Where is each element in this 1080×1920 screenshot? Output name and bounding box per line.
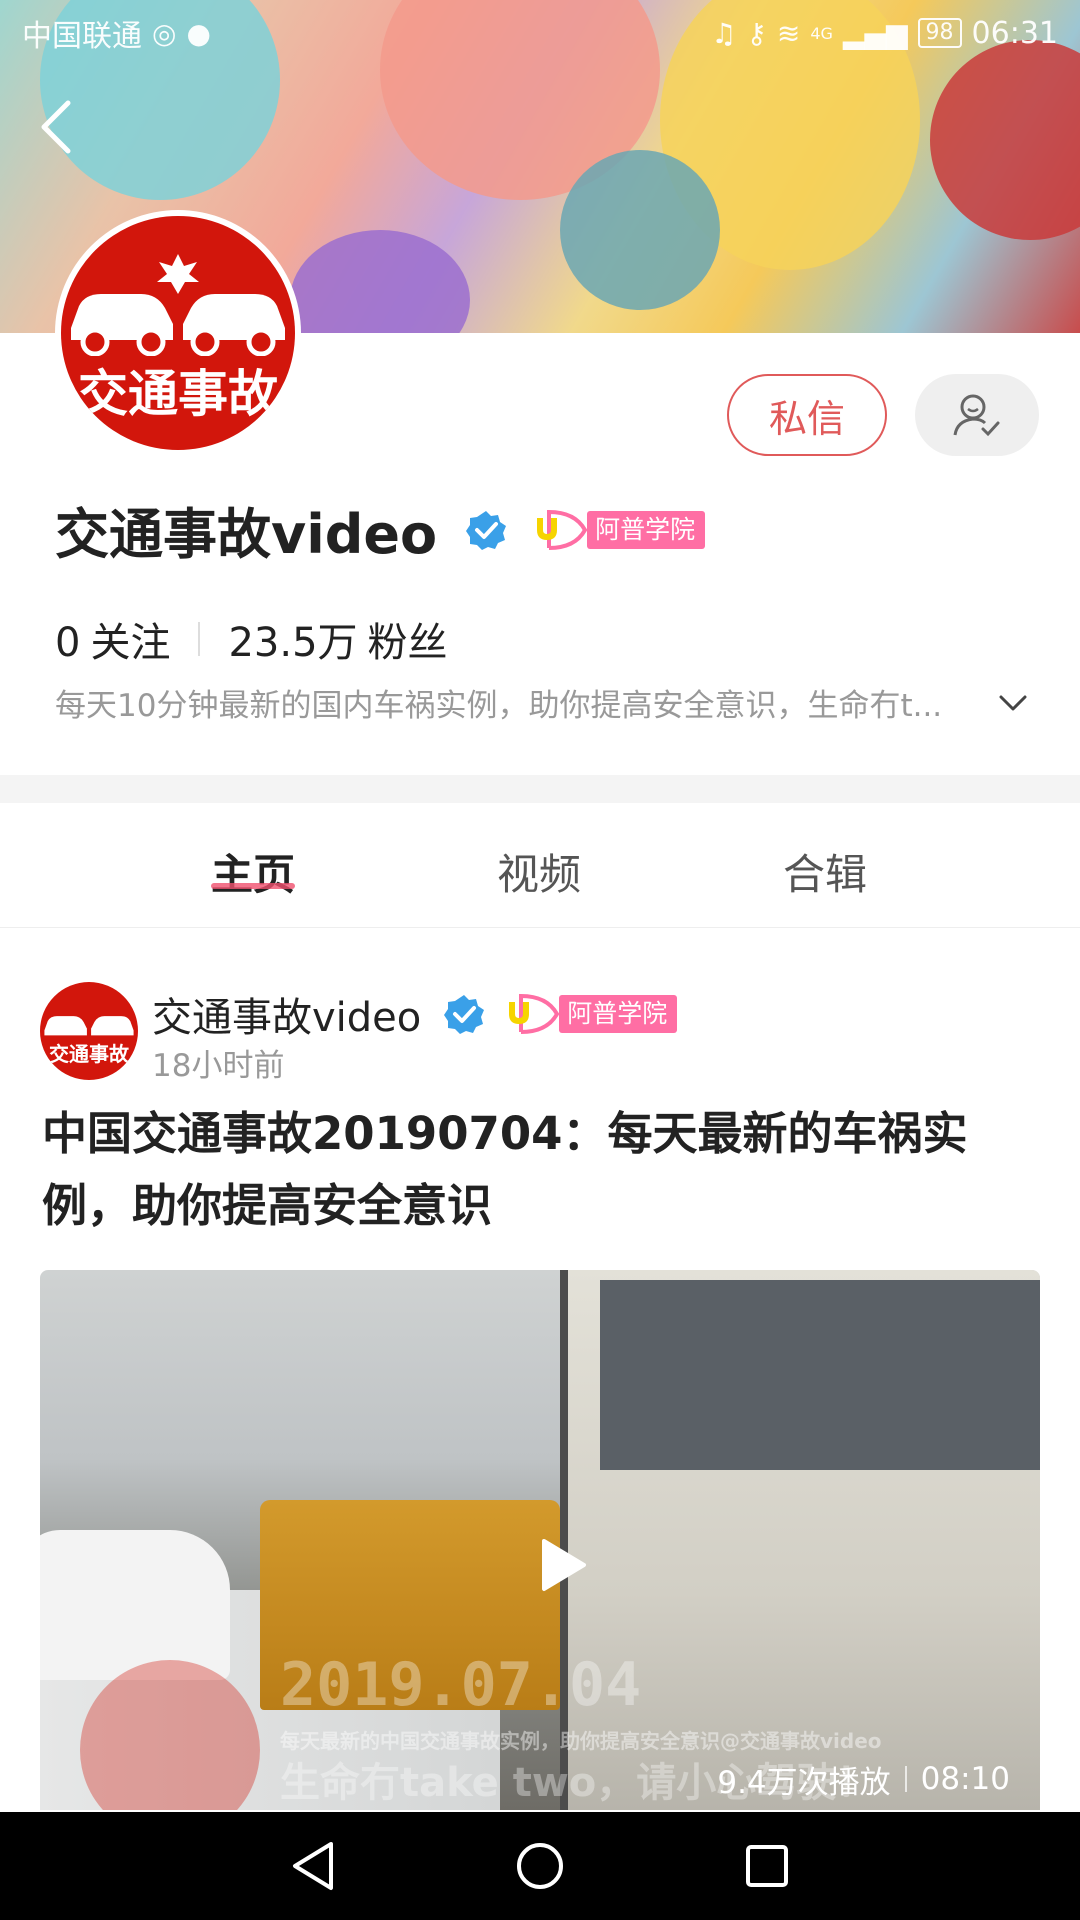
academy-logo-icon	[535, 509, 588, 550]
back-button[interactable]	[28, 92, 84, 162]
hotspot-icon: ◎	[152, 16, 177, 50]
following-label: 关注	[90, 620, 171, 666]
status-bar: 中国联通 ◎ ● ♫ ⚷ ≋ 4G ▂▄▆ 98 06:31	[0, 0, 1080, 66]
battery-indicator: 98	[917, 18, 962, 48]
video-duration: 08:10	[920, 1761, 1010, 1797]
profile-name: 交通事故video	[55, 503, 438, 566]
wifi-icon: ≋	[776, 16, 801, 50]
direct-message-button[interactable]: 私信	[727, 374, 887, 456]
chevron-left-icon	[41, 100, 71, 154]
car-crash-icon	[44, 1016, 134, 1036]
play-button[interactable]	[505, 1510, 615, 1620]
academy-badge-label: 阿普学院	[559, 995, 678, 1033]
following-count: 0	[55, 620, 81, 666]
post-header: 交通事故video 阿普学院	[152, 985, 678, 1043]
banner-decoration	[930, 40, 1080, 240]
post-timestamp: 18小时前	[152, 1048, 285, 1084]
section-divider	[0, 775, 1080, 803]
triangle-back-icon	[293, 1842, 334, 1890]
profile-bio: 每天10分钟最新的国内车祸实例，助你提高安全意识，生命冇t...	[55, 688, 943, 724]
system-nav-bar	[0, 1812, 1080, 1920]
tab-collections[interactable]: 合辑	[682, 803, 968, 927]
video-meta: 9.4万次播放 08:10	[717, 1748, 1010, 1810]
headphones-icon: ♫	[711, 16, 737, 50]
academy-logo-icon	[507, 994, 560, 1034]
tab-home[interactable]: 主页	[110, 803, 396, 927]
square-recents-icon	[745, 1845, 788, 1887]
profile-stats: 0 关注 23.5万 粉丝	[55, 610, 448, 668]
tab-videos[interactable]: 视频	[396, 803, 682, 927]
circle-home-icon	[516, 1843, 563, 1889]
chat-icon: ●	[186, 16, 211, 50]
post-author-name[interactable]: 交通事故video	[152, 985, 421, 1043]
verified-icon	[444, 995, 485, 1034]
followers-label: 粉丝	[367, 620, 448, 666]
post-title[interactable]: 中国交通事故20190704：每天最新的车祸实例，助你提高安全意识	[42, 1098, 1042, 1242]
avatar-logo-text: 交通事故	[49, 1042, 129, 1066]
academy-badge-label: 阿普学院	[587, 510, 706, 549]
nav-recents-button[interactable]	[727, 1826, 807, 1906]
carrier-label: 中国联通	[22, 19, 142, 54]
active-tab-indicator	[211, 883, 295, 889]
verified-icon	[466, 510, 507, 550]
tab-label: 合辑	[782, 850, 867, 899]
avatar-logo-text: 交通事故	[78, 364, 278, 423]
play-icon	[542, 1539, 586, 1591]
meta-divider	[904, 1766, 907, 1792]
post-author-avatar[interactable]: 交通事故	[40, 982, 138, 1080]
follow-button[interactable]	[915, 374, 1039, 456]
profile-name-row: 交通事故video 阿普学院	[55, 490, 706, 569]
followers-count: 23.5万	[228, 620, 358, 666]
bio-expand-button[interactable]	[995, 685, 1031, 721]
video-view-count: 9.4万次播放	[717, 1764, 891, 1801]
chevron-down-icon	[999, 695, 1027, 711]
car-crash-icon	[71, 254, 285, 356]
banner-decoration	[290, 230, 470, 333]
stats-divider	[198, 622, 201, 656]
tab-label: 主页	[210, 850, 295, 899]
profile-tabs: 主页 视频 合辑	[0, 803, 1080, 928]
network-type: 4G	[810, 23, 833, 43]
signal-icon: ▂▄▆	[842, 16, 908, 50]
video-scene-bus-window	[600, 1280, 1040, 1470]
nav-back-button[interactable]	[273, 1826, 353, 1906]
video-thumbnail[interactable]: 2019.07.04 每天最新的中国交通事故实例，助你提高安全意识@交通事故vi…	[40, 1270, 1040, 1810]
clock: 06:31	[971, 15, 1058, 51]
profile-avatar[interactable]: 交通事故	[55, 210, 301, 456]
user-check-icon	[953, 394, 1000, 437]
tab-label: 视频	[496, 850, 581, 899]
academy-badge[interactable]: 阿普学院	[507, 994, 678, 1034]
video-scene-car	[40, 1530, 230, 1680]
following-stat[interactable]: 0 关注	[55, 610, 170, 668]
video-watermark-date: 2019.07.04	[280, 1650, 642, 1720]
nav-home-button[interactable]	[500, 1826, 580, 1906]
banner-decoration	[560, 150, 720, 310]
academy-badge[interactable]: 阿普学院	[535, 509, 706, 550]
key-icon: ⚷	[746, 16, 767, 50]
followers-stat[interactable]: 23.5万 粉丝	[228, 610, 447, 668]
